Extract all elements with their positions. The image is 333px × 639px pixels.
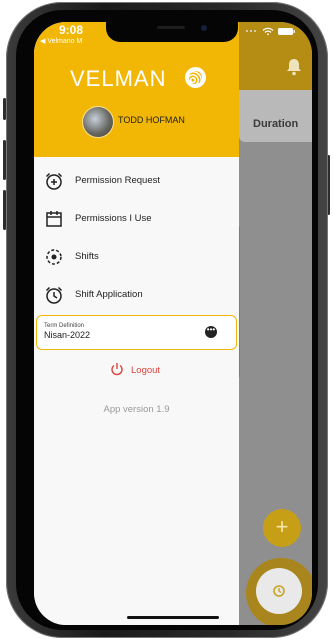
brand-logo-text: VELMAN	[70, 66, 167, 91]
alarm-plus-icon	[45, 172, 63, 190]
background-divider	[239, 227, 240, 377]
battery-icon	[278, 28, 293, 35]
menu-item-shift-application[interactable]: Shift Application	[34, 278, 239, 312]
calendar-icon	[46, 211, 62, 227]
menu-item-shifts[interactable]: Shifts	[34, 240, 239, 274]
more-options-icon[interactable]: •••	[205, 326, 217, 338]
background-table-header: Duration	[239, 90, 312, 142]
term-definition-label: Term Definition	[44, 323, 85, 329]
menu-item-permissions-i-use[interactable]: Permissions I Use	[34, 202, 239, 236]
menu-label-permission-request: Permission Request	[75, 175, 161, 186]
front-camera	[201, 25, 207, 31]
logout-label: Logout	[131, 365, 161, 376]
term-definition-value: Nisan-2022	[44, 330, 91, 340]
back-to-app-link[interactable]: ◀ Velmano M	[40, 37, 82, 45]
user-avatar	[82, 106, 114, 138]
duration-column-header: Duration	[253, 118, 299, 130]
status-indicators	[246, 27, 295, 36]
alarm-clock-icon	[45, 286, 63, 304]
logout-button[interactable]: Logout	[110, 365, 160, 376]
app-version: App version 1.9	[103, 404, 170, 415]
drawer-header: 9:08 ◀ Velmano M VELMAN TODD HOFMAN	[34, 22, 239, 157]
term-definition-field[interactable]: Term Definition Nisan-2022 •••	[36, 315, 237, 350]
camera-notch	[106, 22, 238, 42]
speaker-grille	[157, 26, 185, 29]
menu-label-shift-application: Shift Application	[75, 289, 143, 300]
menu-item-permission-request[interactable]: Permission Request	[34, 164, 239, 198]
home-indicator	[127, 616, 219, 619]
wifi-icon	[262, 27, 274, 33]
menu-label-shifts: Shifts	[75, 251, 99, 262]
menu-label-permissions-i-use: Permissions I Use	[75, 213, 152, 224]
screen: Duration + 9:08 ◀ Velmano M VELMAN TODD …	[34, 22, 312, 625]
add-fab-button[interactable]: +	[263, 509, 301, 547]
bell-icon	[287, 59, 301, 76]
target-icon	[46, 249, 62, 265]
status-time: 9:08	[59, 23, 84, 37]
user-name: TODD HOFMAN	[118, 115, 185, 125]
signal-icon	[246, 30, 256, 32]
clock-nav-icon	[273, 585, 285, 597]
brand-logo-icon	[185, 67, 206, 88]
navigation-drawer: 9:08 ◀ Velmano M VELMAN TODD HOFMAN Perm…	[34, 22, 239, 625]
